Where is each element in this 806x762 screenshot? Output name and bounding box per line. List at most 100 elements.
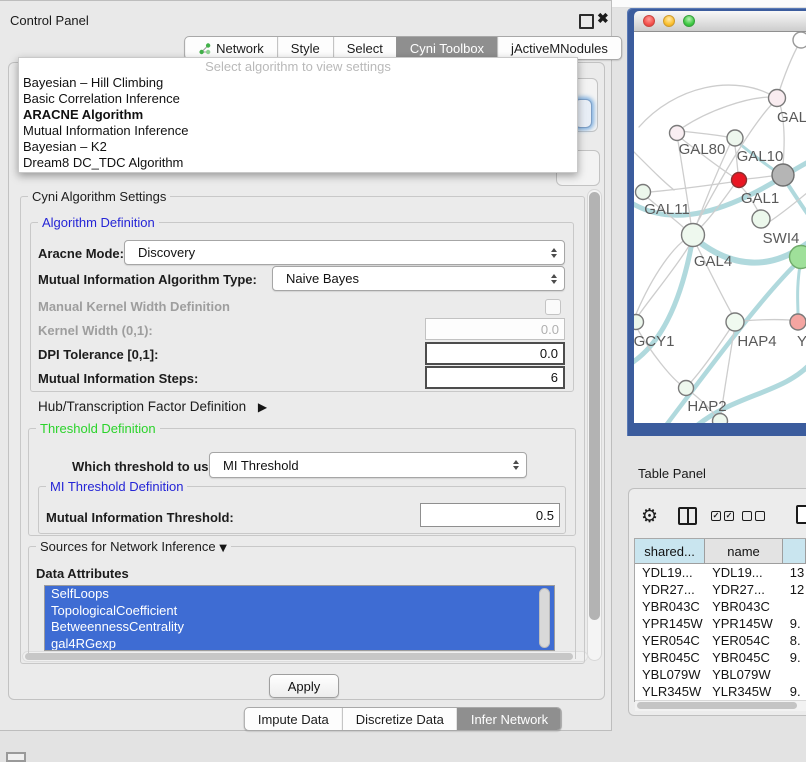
table-row[interactable]: YDR27...YDR27...12 bbox=[635, 581, 806, 598]
node-label-swi4: SWI4 bbox=[763, 230, 800, 247]
tab-select[interactable]: Select bbox=[333, 37, 396, 59]
network-node[interactable] bbox=[790, 246, 806, 269]
dropdown-item-basic-correlation-inference[interactable]: Basic Correlation Inference bbox=[19, 91, 577, 107]
table-cell: YER054C bbox=[635, 632, 705, 649]
attribute-item-gal4rgexp[interactable]: gal4RGexp bbox=[45, 636, 554, 652]
network-node-gcy1[interactable] bbox=[634, 315, 644, 330]
tab-infer-network[interactable]: Infer Network bbox=[457, 708, 561, 730]
group-title: Algorithm Definition bbox=[38, 215, 159, 230]
network-node-hap2[interactable] bbox=[679, 381, 694, 396]
table-row[interactable]: YDL19...YDL19...13 bbox=[635, 564, 806, 581]
float-window-icon[interactable] bbox=[579, 14, 594, 29]
node-label-gal4: GAL4 bbox=[694, 253, 732, 270]
sources-expander[interactable]: Sources for Network Inference ▼ bbox=[36, 539, 231, 554]
table-row[interactable]: YBR043CYBR043C bbox=[635, 598, 806, 615]
apply-button[interactable]: Apply bbox=[269, 674, 339, 698]
network-canvas[interactable]: GALGAL80GAL10GAL1GAL11SWI4GAL4GCY1HAP4YH… bbox=[634, 32, 806, 423]
column-header-2[interactable] bbox=[783, 539, 806, 563]
tab-label: Infer Network bbox=[471, 712, 548, 727]
mi-algorithm-type-select[interactable]: Naive Bayes bbox=[272, 266, 565, 291]
split-view-icon[interactable] bbox=[678, 507, 697, 525]
column-header-shared[interactable]: shared... bbox=[635, 539, 705, 563]
dropdown-item-bayesian-k2[interactable]: Bayesian – K2 bbox=[19, 139, 577, 155]
network-node-gal10[interactable] bbox=[727, 130, 743, 146]
network-window-titlebar[interactable] bbox=[634, 11, 806, 32]
dropdown-item-mutual-information-inference[interactable]: Mutual Information Inference bbox=[19, 123, 577, 139]
network-node-gal80[interactable] bbox=[670, 126, 685, 141]
tab-impute-data[interactable]: Impute Data bbox=[245, 708, 342, 730]
node-label-gal11: GAL11 bbox=[644, 201, 690, 218]
tab-style[interactable]: Style bbox=[277, 37, 333, 59]
tab-jactivemnodules[interactable]: jActiveMNodules bbox=[497, 37, 621, 59]
minimized-panel-icon[interactable] bbox=[6, 752, 26, 762]
settings-vertical-scrollbar-thumb[interactable] bbox=[589, 192, 600, 620]
table-cell: 9. bbox=[783, 615, 806, 632]
table-cell: YBR043C bbox=[635, 598, 705, 615]
mi-threshold-input[interactable]: 0.5 bbox=[420, 503, 560, 527]
aracne-mode-label: Aracne Mode: bbox=[38, 246, 124, 261]
algorithm-dropdown-popup: Select algorithm to view settingsBayesia… bbox=[18, 57, 578, 173]
manual-kernel-width-checkbox[interactable] bbox=[545, 299, 561, 315]
node-label-gal10: GAL10 bbox=[737, 148, 784, 165]
kernel-width-label: Kernel Width (0,1): bbox=[38, 323, 153, 338]
network-node-gal[interactable] bbox=[769, 90, 786, 107]
table-cell: 12 bbox=[783, 581, 806, 598]
traffic-light-close-icon[interactable] bbox=[643, 15, 655, 27]
aracne-mode-value: Discovery bbox=[138, 245, 195, 260]
table-cell: 8. bbox=[783, 632, 806, 649]
mi-algorithm-type-value: Naive Bayes bbox=[286, 271, 359, 286]
network-node-gal4[interactable] bbox=[682, 224, 705, 247]
which-threshold-select[interactable]: MI Threshold bbox=[209, 452, 527, 478]
attribute-item-topologicalcoefficient[interactable]: TopologicalCoefficient bbox=[45, 603, 554, 620]
table-row[interactable]: YER054CYER054C8. bbox=[635, 632, 806, 649]
dpi-tolerance-input[interactable]: 0.0 bbox=[425, 342, 565, 365]
mi-steps-input[interactable]: 6 bbox=[425, 366, 565, 389]
control-panel-title: Control Panel bbox=[10, 13, 89, 28]
network-node-swi4[interactable] bbox=[752, 210, 770, 228]
network-icon bbox=[198, 42, 211, 55]
network-node-hap4[interactable] bbox=[726, 313, 744, 331]
table-cell bbox=[783, 598, 806, 615]
table-cell: 9. bbox=[783, 649, 806, 666]
export-table-icon[interactable] bbox=[796, 505, 806, 524]
kernel-width-input[interactable]: 0.0 bbox=[425, 318, 565, 340]
table-cell: YPR145W bbox=[705, 615, 783, 632]
dropdown-item-dream8-dc-tdc-algorithm[interactable]: Dream8 DC_TDC Algorithm bbox=[19, 155, 577, 171]
table-row[interactable]: YLR345WYLR345W9. bbox=[635, 683, 806, 700]
table-cell: YPR145W bbox=[635, 615, 705, 632]
network-node-y[interactable] bbox=[790, 314, 806, 330]
hub-definition-expander[interactable]: Hub/Transcription Factor Definition ▶ bbox=[38, 399, 267, 414]
gear-icon[interactable]: ⚙ bbox=[641, 505, 658, 527]
network-node-gal11[interactable] bbox=[636, 185, 651, 200]
tab-network[interactable]: Network bbox=[185, 37, 277, 59]
table-horizontal-scrollbar-thumb[interactable] bbox=[637, 702, 797, 709]
select-all-columns-icon[interactable]: ✓✓ bbox=[711, 511, 734, 521]
unselect-all-columns-icon[interactable] bbox=[742, 511, 765, 521]
attributes-scrollbar-thumb[interactable] bbox=[539, 588, 550, 648]
network-node-gal1[interactable] bbox=[732, 173, 747, 188]
traffic-light-zoom-icon[interactable] bbox=[683, 15, 695, 27]
tab-cyni-toolbox[interactable]: Cyni Toolbox bbox=[396, 37, 497, 59]
tab-discretize-data[interactable]: Discretize Data bbox=[342, 708, 457, 730]
dropdown-item-bayesian-hill-climbing[interactable]: Bayesian – Hill Climbing bbox=[19, 75, 577, 91]
attribute-item-betweennesscentrality[interactable]: BetweennessCentrality bbox=[45, 619, 554, 636]
dropdown-item-aracne-algorithm[interactable]: ARACNE Algorithm bbox=[19, 107, 577, 123]
network-node[interactable] bbox=[793, 32, 806, 48]
table-cell: YER054C bbox=[705, 632, 783, 649]
dpi-tolerance-value: 0.0 bbox=[540, 346, 558, 361]
traffic-light-minimize-icon[interactable] bbox=[663, 15, 675, 27]
tab-label: Cyni Toolbox bbox=[410, 41, 484, 56]
aracne-mode-select[interactable]: Discovery bbox=[124, 240, 565, 265]
table-row[interactable]: YBR045CYBR045C9. bbox=[635, 649, 806, 666]
table-cell: YDR27... bbox=[705, 581, 783, 598]
network-node[interactable] bbox=[713, 414, 728, 424]
table-row[interactable]: YBL079WYBL079W bbox=[635, 666, 806, 683]
table-cell: YBL079W bbox=[705, 666, 783, 683]
data-attributes-list[interactable]: SelfLoopsTopologicalCoefficientBetweenne… bbox=[44, 585, 555, 651]
close-icon[interactable]: ✖ bbox=[597, 10, 609, 27]
column-header-name[interactable]: name bbox=[705, 539, 783, 563]
network-node[interactable] bbox=[772, 164, 794, 186]
group-title: MI Threshold Definition bbox=[46, 479, 187, 494]
table-row[interactable]: YPR145WYPR145W9. bbox=[635, 615, 806, 632]
attribute-item-selfloops[interactable]: SelfLoops bbox=[45, 586, 554, 603]
